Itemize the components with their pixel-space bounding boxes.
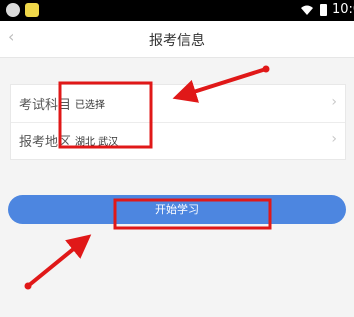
arrow-to-button [26, 234, 92, 288]
exam-region-value: 湖北 武汉 [75, 137, 119, 148]
exam-region-row[interactable]: 报考地区 湖北 武汉 › [11, 122, 345, 159]
arrow-tail-dot [24, 282, 32, 290]
wifi-icon [301, 5, 313, 15]
battery-icon [320, 4, 327, 16]
exam-subject-label: 考试科目 [19, 98, 72, 113]
chevron-right-icon: › [331, 94, 337, 110]
chevron-right-icon: › [331, 131, 337, 147]
exam-region-label: 报考地区 [19, 135, 72, 150]
status-bar: 10:03 [0, 0, 354, 21]
exam-subject-value: 已选择 [75, 100, 105, 111]
android-notification-icon [25, 3, 39, 17]
exam-subject-row[interactable]: 考试科目 已选择 › [11, 85, 345, 123]
title-bar: ‹ 报考信息 [0, 21, 354, 58]
registration-form: 考试科目 已选择 › 报考地区 湖北 武汉 › [10, 84, 346, 160]
app-notification-icon [6, 3, 20, 17]
status-time: 10:03 [332, 2, 354, 17]
page-title: 报考信息 [149, 33, 205, 49]
start-learning-button[interactable]: 开始学习 [8, 195, 346, 224]
arrow-tail-dot [262, 65, 270, 73]
